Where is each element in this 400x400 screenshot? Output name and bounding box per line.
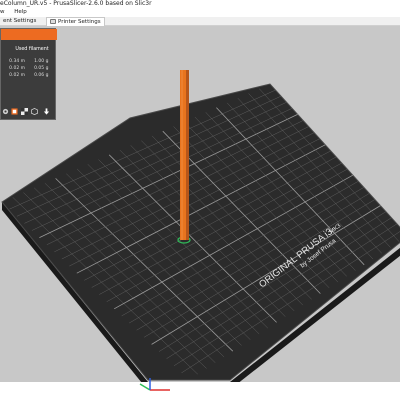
legend-length: 0.34 m [9,59,25,64]
tab-printer-settings-label: Printer Settings [58,19,101,25]
legend-title-bar [1,29,57,40]
menu-item-help[interactable]: Help [14,8,27,17]
window-title-bar: eColumn_UR.v5 - PrusaSlicer-2.6.0 based … [0,0,400,8]
legend-weight: 0.06 g [34,73,49,78]
legend-length: 0.02 m [9,73,25,78]
3d-viewport[interactable]: ORIGINAL PRUSA i3 MK3 by Josef Prusa [0,26,400,382]
download-arrow-icon[interactable] [43,108,50,115]
column-object-shade [186,70,189,240]
legend-panel: Used filament 0.34 m 1.00 g 0.02 m 0.05 … [0,28,57,120]
status-bar [0,378,400,400]
legend-row: 0.34 m 1.00 g [5,59,57,65]
printer-icon [50,19,56,24]
tab-printer-settings[interactable]: Printer Settings [46,17,105,26]
menu-item-window[interactable]: w [0,8,5,17]
window-title: eColumn_UR.v5 - PrusaSlicer-2.6.0 based … [0,0,152,7]
checker-icon[interactable] [21,108,28,115]
legend-toolbar [1,107,57,119]
layers-icon[interactable] [11,108,18,115]
tab-print-settings[interactable]: ent Settings [0,17,39,26]
tab-print-settings-label: ent Settings [3,18,37,24]
legend-weight: 1.00 g [34,59,49,64]
legend-row: 0.02 m 0.05 g [5,66,57,72]
legend-length: 0.02 m [9,66,25,71]
legend-weight: 0.05 g [34,66,49,71]
legend-row: 0.02 m 0.06 g [5,73,57,79]
legend-header: Used filament [15,47,49,52]
gear-icon[interactable] [2,108,9,115]
menu-bar: w Help [0,8,400,17]
y-axis-icon [139,383,151,391]
cube-icon[interactable] [31,108,38,115]
tab-bar: ent Settings Printer Settings [0,17,400,26]
